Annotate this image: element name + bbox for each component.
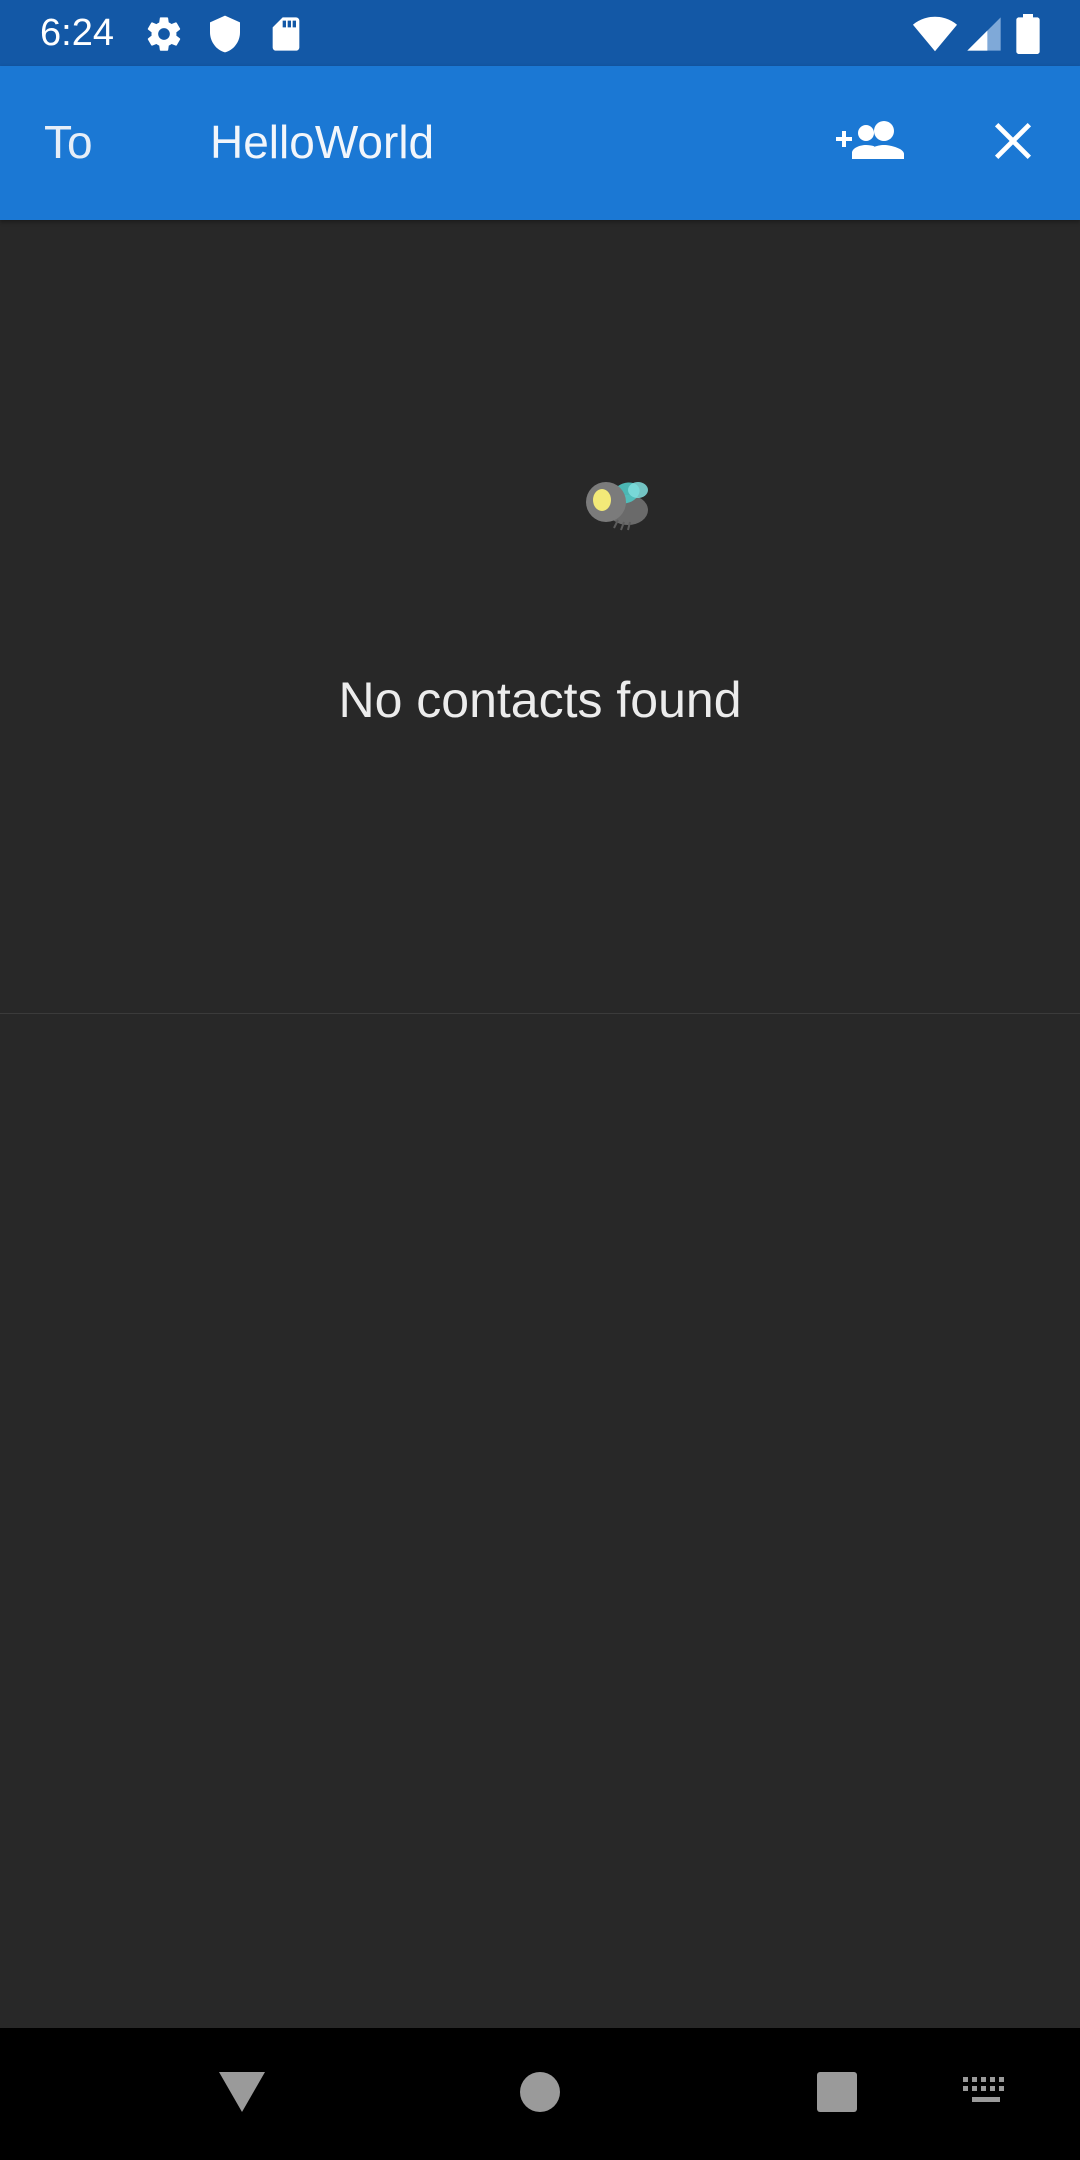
to-label: To [44,116,93,168]
sd-card-icon [266,14,306,54]
recents-square-icon [816,2071,858,2118]
shield-icon [205,14,245,54]
status-time: 6:24 [40,12,114,54]
status-bar: 6:24 [0,0,1080,66]
keyboard-icon [963,2076,1009,2112]
add-group-icon [836,119,904,168]
home-button[interactable] [500,2054,580,2134]
close-button[interactable] [973,103,1053,183]
close-icon [991,119,1035,168]
firefly-icon [560,470,660,550]
recipient-input[interactable] [200,104,780,180]
gear-icon [144,14,184,54]
navigation-bar [0,2028,1080,2160]
cell-signal-icon [964,14,1004,54]
battery-icon [1014,14,1042,54]
add-contact-button[interactable] [830,103,910,183]
back-button[interactable] [202,2054,282,2134]
back-triangle-icon [219,2070,265,2119]
empty-message: No contacts found [338,672,742,728]
empty-state: No contacts found [0,220,1080,1014]
keyboard-button[interactable] [946,2054,1026,2134]
recipient-header: To [0,66,1080,220]
home-circle-icon [519,2071,561,2118]
recents-button[interactable] [797,2054,877,2134]
wifi-icon [912,14,958,54]
